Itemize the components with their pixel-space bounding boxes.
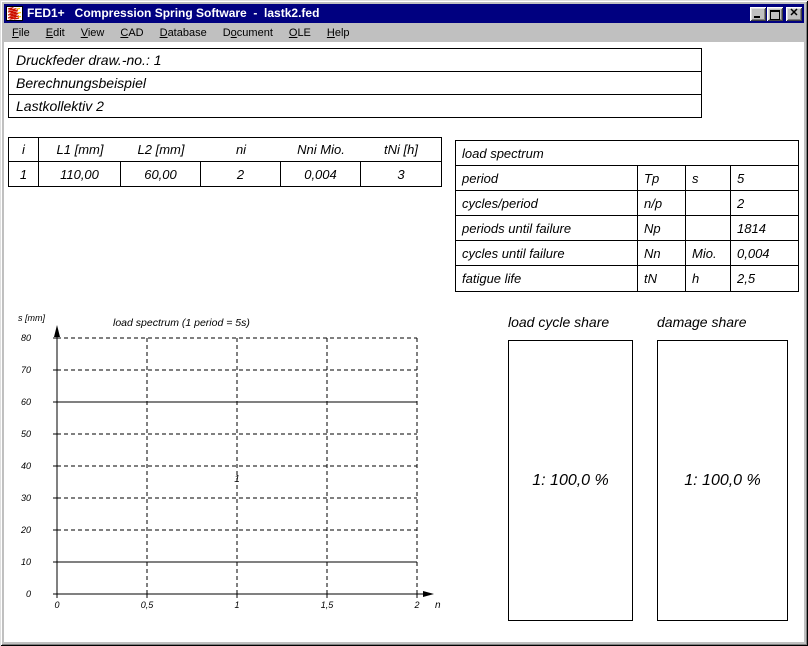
svg-text:30: 30 <box>21 493 31 503</box>
menu-item-edit[interactable]: Edit <box>38 25 73 41</box>
load-case-data-cell: 110,00 <box>39 162 121 186</box>
spectrum-row-value: 0,004 <box>730 241 798 266</box>
svg-text:1: 1 <box>234 474 240 485</box>
svg-text:0,5: 0,5 <box>141 600 155 610</box>
drawing-header-line-2: Berechnungsbeispiel <box>8 71 702 95</box>
svg-text:70: 70 <box>21 365 31 375</box>
load-case-header-cell: L1 [mm] <box>39 138 121 162</box>
svg-text:0: 0 <box>26 589 31 599</box>
spectrum-row-unit <box>685 191 730 216</box>
menu-item-database[interactable]: Database <box>152 25 215 41</box>
load-cycle-share-box: 1: 100,0 % <box>508 340 633 621</box>
load-case-data-cell: 1 <box>9 162 39 186</box>
load-case-header-cell: ni <box>201 138 281 162</box>
menu-item-ole[interactable]: OLE <box>281 25 319 41</box>
load-spectrum-chart: 10102030405060708000,511,52load spectrum… <box>4 300 460 630</box>
svg-text:40: 40 <box>21 461 31 471</box>
minimize-button[interactable] <box>750 7 766 21</box>
spectrum-row-value: 1814 <box>730 216 798 241</box>
svg-text:80: 80 <box>21 333 31 343</box>
load-case-header-cell: i <box>9 138 39 162</box>
svg-text:load spectrum (1 period = 5s): load spectrum (1 period = 5s) <box>113 317 250 329</box>
spectrum-row-unit: s <box>685 166 730 191</box>
load-cycle-share-value: 1: 100,0 % <box>532 472 609 490</box>
damage-share-box: 1: 100,0 % <box>657 340 788 621</box>
svg-text:20: 20 <box>20 525 31 535</box>
svg-text:n: n <box>435 600 441 611</box>
spectrum-row-symbol: Tp <box>637 166 685 191</box>
menu-item-help[interactable]: Help <box>319 25 358 41</box>
application-window: FED1+ Compression Spring Software - last… <box>0 0 808 646</box>
menu-bar: FileEditViewCADDatabaseDocumentOLEHelp <box>4 23 804 42</box>
load-case-header-cell: tNi [h] <box>361 138 441 162</box>
title-bar[interactable]: FED1+ Compression Spring Software - last… <box>4 4 804 23</box>
menu-item-file[interactable]: File <box>4 25 38 41</box>
maximize-icon <box>770 10 780 20</box>
close-icon: ✕ <box>786 7 802 21</box>
svg-text:50: 50 <box>21 429 31 439</box>
spectrum-row-value: 2,5 <box>730 266 798 291</box>
maximize-button[interactable] <box>767 7 783 21</box>
spectrum-row-unit: Mio. <box>685 241 730 266</box>
drawing-header-line-3: Lastkollektiv 2 <box>8 94 702 118</box>
svg-text:10: 10 <box>21 557 31 567</box>
damage-share-value: 1: 100,0 % <box>684 472 761 490</box>
spectrum-row-unit <box>685 216 730 241</box>
svg-text:60: 60 <box>21 397 31 407</box>
load-case-header-cell: L2 [mm] <box>121 138 201 162</box>
menu-item-cad[interactable]: CAD <box>112 25 151 41</box>
spectrum-row-unit: h <box>685 266 730 291</box>
spectrum-row-value: 5 <box>730 166 798 191</box>
menu-item-document[interactable]: Document <box>215 25 281 41</box>
svg-text:2: 2 <box>413 600 419 610</box>
spectrum-row-symbol: tN <box>637 266 685 291</box>
close-button[interactable]: ✕ <box>786 7 802 21</box>
svg-text:0: 0 <box>54 600 59 610</box>
load-cycle-share-title: load cycle share <box>508 314 609 330</box>
load-case-data-cell: 2 <box>201 162 281 186</box>
svg-text:1,5: 1,5 <box>321 600 335 610</box>
load-case-header-cell: Nni Mio. <box>281 138 361 162</box>
svg-text:1: 1 <box>234 600 239 610</box>
drawing-header-line-1: Druckfeder draw.-no.: 1 <box>8 48 702 72</box>
minimize-icon <box>754 16 760 18</box>
spectrum-row-label: period <box>456 166 637 191</box>
spectrum-row-label: fatigue life <box>456 266 637 291</box>
spectrum-row-label: periods until failure <box>456 216 637 241</box>
spectrum-row-label: cycles/period <box>456 191 637 216</box>
spectrum-row-symbol: Nn <box>637 241 685 266</box>
client-area: Druckfeder draw.-no.: 1 Berechnungsbeisp… <box>4 42 804 642</box>
load-case-data-cell: 0,004 <box>281 162 361 186</box>
spectrum-row-value: 2 <box>730 191 798 216</box>
load-case-data-cell: 60,00 <box>121 162 201 186</box>
menu-item-view[interactable]: View <box>73 25 113 41</box>
spring-icon[interactable] <box>6 6 23 21</box>
load-spectrum-table: load spectrumperiodTps5 cycles/periodn/p 2… <box>455 140 799 292</box>
svg-text:s [mm]: s [mm] <box>18 313 45 323</box>
load-case-table: iL1 [mm]L2 [mm]niNni Mio.tNi [h] 1110,006… <box>8 137 442 187</box>
spectrum-table-title: load spectrum <box>456 141 798 166</box>
window-title: FED1+ Compression Spring Software - last… <box>27 4 749 23</box>
spectrum-row-symbol: n/p <box>637 191 685 216</box>
spectrum-row-symbol: Np <box>637 216 685 241</box>
load-case-data-cell: 3 <box>361 162 441 186</box>
spectrum-row-label: cycles until failure <box>456 241 637 266</box>
damage-share-title: damage share <box>657 314 747 330</box>
